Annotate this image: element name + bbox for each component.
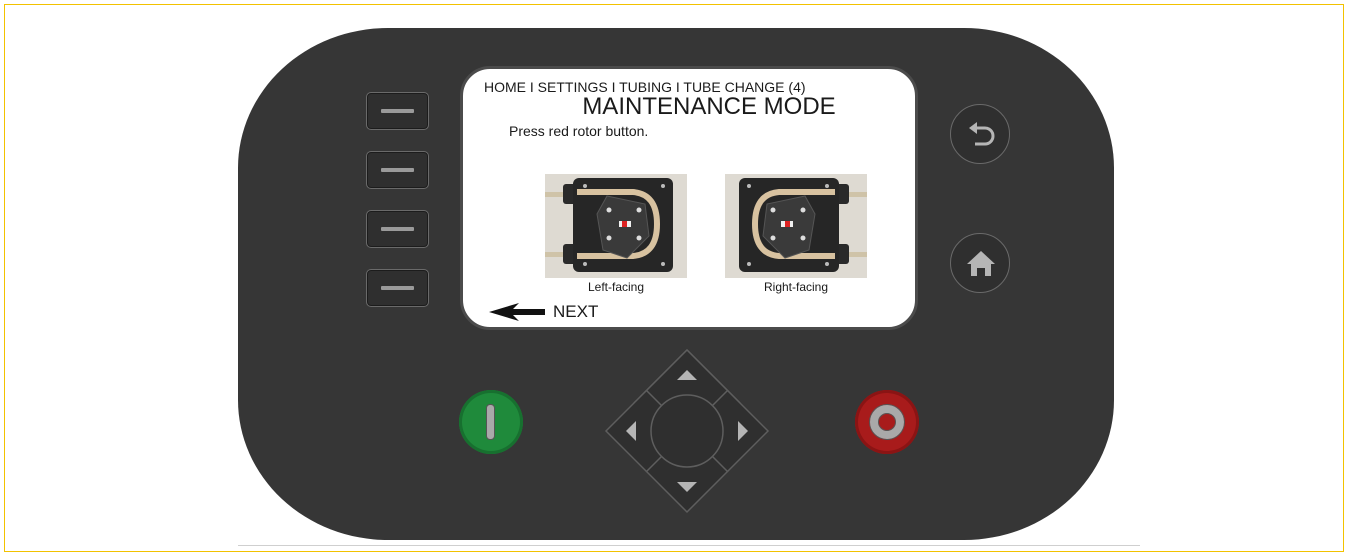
next-label: NEXT — [553, 302, 599, 321]
run-button[interactable] — [459, 390, 523, 454]
soft-key-1[interactable] — [366, 92, 429, 130]
home-icon — [967, 251, 995, 276]
navigation-dpad — [604, 348, 770, 514]
divider-line — [238, 545, 1140, 546]
stop-button[interactable] — [855, 390, 919, 454]
soft-key-bar — [381, 286, 414, 290]
right-facing-caption: Right-facing — [763, 280, 829, 294]
home-button[interactable] — [950, 233, 1010, 293]
soft-key-3[interactable] — [366, 210, 429, 248]
soft-key-4[interactable] — [366, 269, 429, 307]
soft-key-2[interactable] — [366, 151, 429, 189]
back-arrow-icon — [969, 122, 995, 146]
stop-icon — [870, 405, 904, 439]
back-button[interactable] — [950, 104, 1010, 164]
left-arrow-icon — [489, 303, 545, 321]
left-facing-caption: Left-facing — [587, 280, 645, 294]
dpad-center-button[interactable] — [650, 394, 724, 468]
run-icon — [486, 404, 495, 440]
right-facing-pump-image — [725, 174, 867, 278]
next-indicator[interactable]: NEXT — [489, 301, 598, 323]
page-title: MAINTENANCE MODE — [582, 93, 836, 120]
soft-key-bar — [381, 227, 414, 231]
soft-key-bar — [381, 168, 414, 172]
soft-key-bar — [381, 109, 414, 113]
left-facing-pump-image — [545, 174, 687, 278]
display-screen: HOME I SETTINGS I TUBING I TUBE CHANGE (… — [460, 66, 918, 330]
instruction-text: Press red rotor button. — [509, 123, 649, 139]
